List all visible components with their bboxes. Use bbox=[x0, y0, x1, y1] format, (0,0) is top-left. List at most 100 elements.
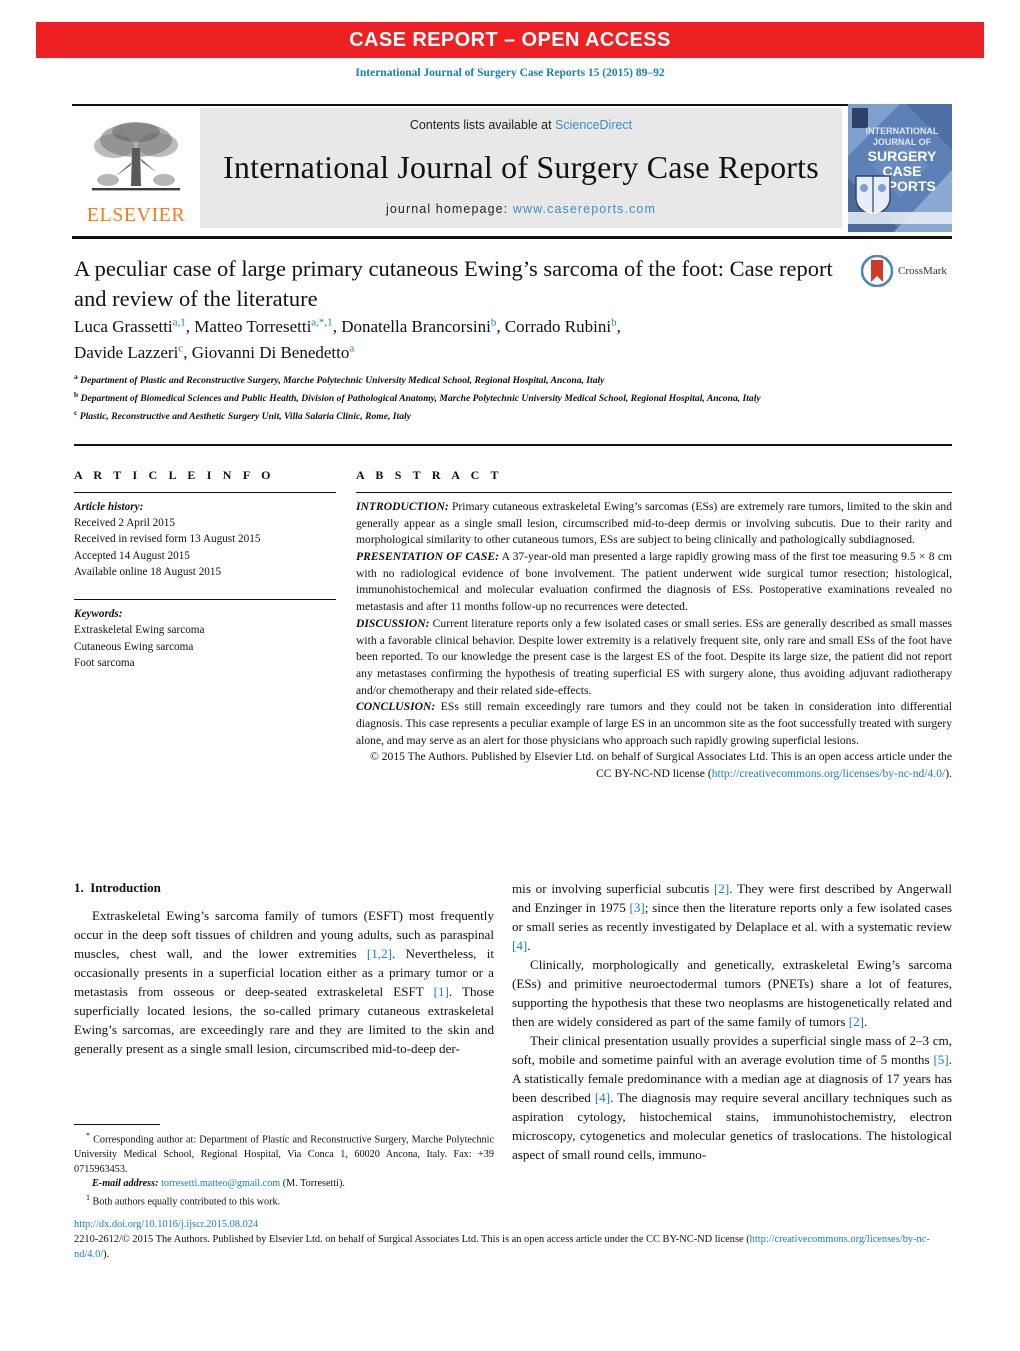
citation-ref[interactable]: [4] bbox=[595, 1090, 610, 1105]
author-affiliation-mark: b bbox=[611, 316, 617, 329]
abstract-heading: A B S T R A C T bbox=[356, 468, 503, 482]
keyword-item: Foot sarcoma bbox=[74, 656, 135, 669]
email-label: E-mail address: bbox=[92, 1178, 159, 1190]
citation-ref[interactable]: [1,2] bbox=[367, 946, 392, 961]
article-history-item: Received in revised form 13 August 2015 bbox=[74, 533, 261, 546]
journal-citation-line: International Journal of Surgery Case Re… bbox=[355, 67, 665, 79]
masthead-top-rule bbox=[72, 104, 952, 106]
journal-title: International Journal of Surgery Case Re… bbox=[223, 148, 819, 185]
body-paragraph: mis or involving superficial subcutis [2… bbox=[512, 880, 952, 956]
keywords-block: Keywords: Extraskeletal Ewing sarcoma Cu… bbox=[74, 599, 336, 671]
affiliation-item: c Plastic, Reconstructive and Aesthetic … bbox=[74, 407, 919, 425]
footnote-equal-contribution: 1 Both authors equally contributed to th… bbox=[74, 1192, 494, 1210]
keywords-rule bbox=[74, 599, 336, 601]
body-paragraph: Clinically, morphologically and genetica… bbox=[512, 956, 952, 1032]
article-info-column: A R T I C L E I N F O Article history: R… bbox=[74, 468, 336, 671]
author-name: Matteo Torresetti bbox=[194, 317, 312, 336]
citation-ref[interactable]: [2] bbox=[849, 1014, 864, 1029]
footnote-text: Corresponding author at: Department of P… bbox=[74, 1134, 494, 1175]
banner-text: CASE REPORT – OPEN ACCESS bbox=[349, 28, 671, 51]
elsevier-logo: ELSEVIER bbox=[72, 108, 200, 228]
affiliation-mark: b bbox=[74, 389, 79, 399]
sciencedirect-link[interactable]: ScienceDirect bbox=[555, 118, 632, 132]
footnote-block: * Corresponding author at: Department of… bbox=[74, 1130, 494, 1210]
svg-text:SURGERY: SURGERY bbox=[868, 148, 937, 164]
elsevier-wordmark: ELSEVIER bbox=[86, 204, 186, 226]
abstract-rule bbox=[356, 492, 952, 493]
title-block: A peculiar case of large primary cutaneo… bbox=[74, 254, 864, 313]
section-heading-introduction: 1. Introduction bbox=[74, 880, 494, 896]
citation-ref[interactable]: [3] bbox=[630, 900, 645, 915]
journal-homepage-link[interactable]: www.casereports.com bbox=[513, 202, 656, 216]
author-affiliation-mark: b bbox=[490, 316, 497, 329]
affiliation-mark: a bbox=[74, 372, 78, 381]
paragraph-text: Their clinical presentation usually prov… bbox=[512, 1032, 952, 1067]
author-affiliation-mark: a bbox=[349, 342, 355, 355]
affiliation-item: b Department of Biomedical Sciences and … bbox=[74, 389, 919, 407]
open-access-banner: CASE REPORT – OPEN ACCESS bbox=[36, 22, 984, 58]
author-item: Donatella Brancorsinib bbox=[341, 316, 497, 336]
author-item: Luca Grassettia,1 bbox=[74, 316, 186, 336]
abstract-copyright: © 2015 The Authors. Published by Elsevie… bbox=[356, 749, 952, 782]
article-history-item: Received 2 April 2015 bbox=[74, 517, 175, 530]
elsevier-tree-icon bbox=[92, 122, 180, 191]
paragraph-text: . bbox=[863, 1013, 868, 1029]
page-title: A peculiar case of large primary cutaneo… bbox=[74, 256, 833, 311]
article-history-label: Article history: bbox=[74, 501, 144, 513]
article-info-heading: A R T I C L E I N F O bbox=[74, 468, 275, 482]
cc-license-link[interactable]: http://creativecommons.org/licenses/by-n… bbox=[712, 767, 946, 780]
doi-link[interactable]: http://dx.doi.org/10.1016/j.ijscr.2015.0… bbox=[74, 1218, 952, 1233]
masthead-bottom-rule bbox=[72, 236, 952, 239]
abstract-section-label: CONCLUSION: bbox=[356, 700, 436, 714]
affiliation-text: Department of Biomedical Sciences and Pu… bbox=[80, 392, 761, 404]
svg-text:JOURNAL OF: JOURNAL OF bbox=[873, 137, 932, 147]
homepage-prefix: journal homepage: bbox=[386, 202, 513, 216]
section-number: 1. bbox=[74, 880, 84, 895]
author-name: Donatella Brancorsini bbox=[341, 317, 491, 336]
crossmark-icon bbox=[861, 255, 893, 287]
abstract-section-label: DISCUSSION: bbox=[356, 616, 430, 630]
email-link[interactable]: torresetti.matteo@gmail.com bbox=[161, 1178, 280, 1189]
author-name: Corrado Rubini bbox=[504, 317, 612, 336]
email-owner: (M. Torresetti). bbox=[280, 1178, 345, 1190]
affiliation-text: Department of Plastic and Reconstructive… bbox=[80, 375, 605, 387]
abstract-section-text: Current literature reports only a few is… bbox=[356, 616, 952, 697]
paragraph-text: mis or involving superficial subcutis bbox=[512, 881, 714, 896]
affiliation-text: Plastic, Reconstructive and Aesthetic Su… bbox=[79, 410, 411, 422]
crossmark-label: CrossMark bbox=[898, 265, 947, 277]
citation-ref[interactable]: [5] bbox=[933, 1052, 948, 1067]
copyright-text-post: ). bbox=[945, 767, 952, 780]
issn-license-line: 2210-2612/© 2015 The Authors. Published … bbox=[74, 1233, 952, 1263]
contents-prefix: Contents lists available at bbox=[409, 118, 556, 132]
article-history-item: Accepted 14 August 2015 bbox=[74, 549, 190, 562]
section-title-text: Introduction bbox=[90, 880, 161, 895]
paragraph-text: . bbox=[527, 937, 531, 953]
issn-text-post: ). bbox=[103, 1248, 110, 1260]
body-paragraph: Extraskeletal Ewing’s sarcoma family of … bbox=[74, 907, 494, 1059]
sciencedirect-box: Contents lists available at ScienceDirec… bbox=[200, 108, 842, 228]
citation-ref[interactable]: [2] bbox=[714, 881, 729, 896]
journal-homepage-line: journal homepage: www.casereports.com bbox=[386, 202, 656, 216]
footnote-email: E-mail address: torresetti.matteo@gmail.… bbox=[74, 1177, 494, 1192]
abstract-paragraph: DISCUSSION: Current literature reports o… bbox=[356, 616, 952, 699]
abstract-paragraph: PRESENTATION OF CASE: A 37-year-old man … bbox=[356, 549, 952, 616]
author-name: Davide Lazzeri bbox=[74, 342, 179, 362]
abstract-column: A B S T R A C T INTRODUCTION: Primary cu… bbox=[356, 468, 952, 783]
keywords-label: Keywords: bbox=[74, 608, 123, 621]
author-name: Giovanni Di Benedetto bbox=[191, 342, 350, 362]
keyword-item: Extraskeletal Ewing sarcoma bbox=[74, 624, 205, 637]
journal-cover-thumbnail: INTERNATIONAL JOURNAL OF SURGERY CASE RE… bbox=[848, 104, 952, 232]
author-item: Matteo Torresettia,*,1 bbox=[194, 316, 333, 336]
abstract-paragraph: INTRODUCTION: Primary cutaneous extraske… bbox=[356, 499, 952, 549]
article-history-block: Article history: Received 2 April 2015 R… bbox=[74, 499, 336, 580]
citation-ref[interactable]: [1] bbox=[434, 984, 449, 999]
abstract-body: INTRODUCTION: Primary cutaneous extraske… bbox=[356, 499, 952, 783]
crossmark-badge[interactable]: CrossMark bbox=[861, 254, 981, 288]
author-list: Luca Grassettia,1, Matteo Torresettia,*,… bbox=[74, 316, 621, 362]
paragraph-text: Clinically, morphologically and genetica… bbox=[512, 956, 952, 1029]
citation-ref[interactable]: [4] bbox=[512, 938, 527, 953]
svg-text:INTERNATIONAL: INTERNATIONAL bbox=[866, 126, 939, 136]
author-affiliation-mark: a,1 bbox=[172, 316, 186, 329]
abstract-section-top-rule bbox=[74, 444, 952, 446]
author-affiliation-mark: a,*,1 bbox=[311, 316, 333, 329]
